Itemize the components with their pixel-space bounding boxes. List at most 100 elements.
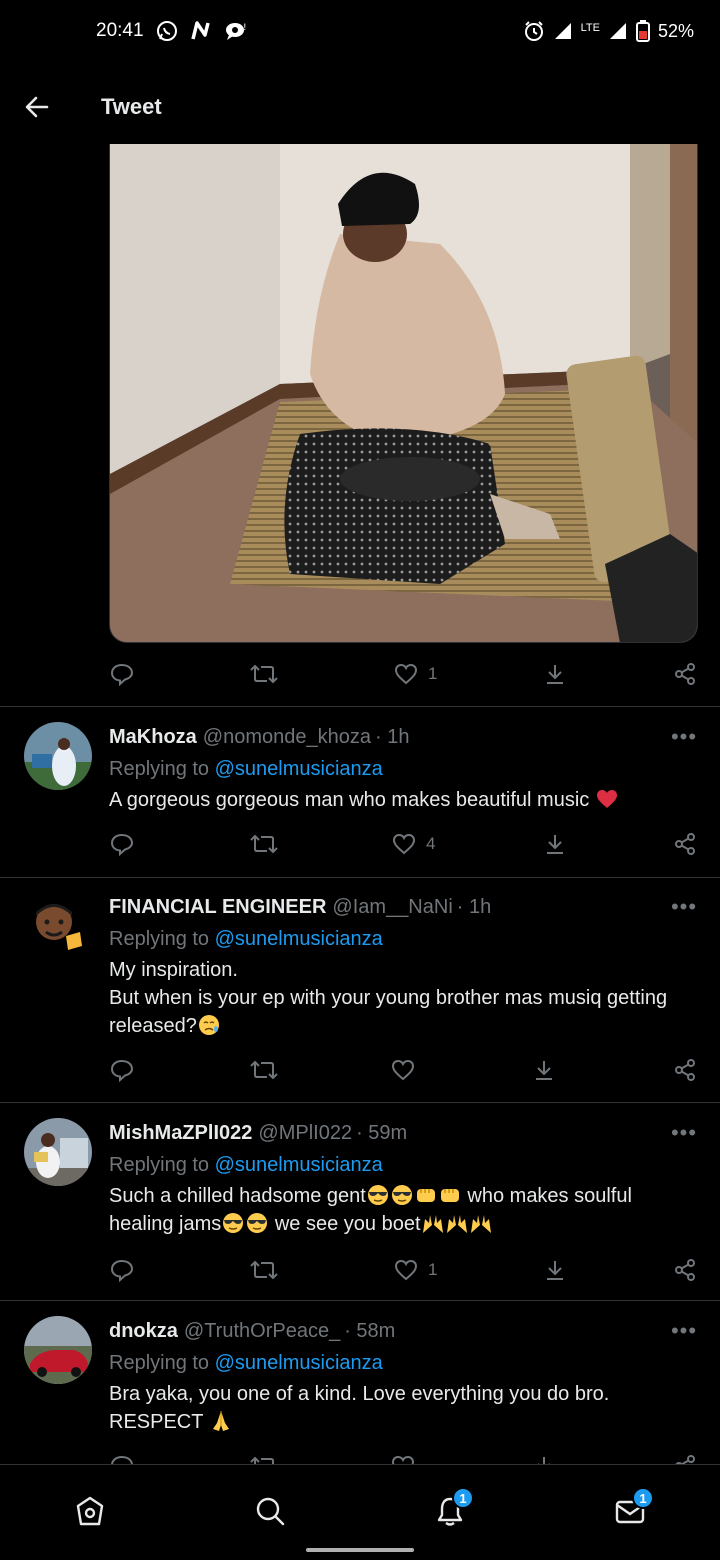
share-button[interactable]	[673, 1048, 697, 1092]
gesture-home-indicator[interactable]	[306, 1548, 414, 1552]
download-icon	[547, 1261, 563, 1280]
tweet-text-line: released?	[109, 1015, 197, 1037]
whatsapp-icon	[156, 20, 178, 42]
author-handle[interactable]: @TruthOrPeace_	[184, 1320, 340, 1343]
reply-button[interactable]	[110, 1048, 134, 1092]
author-handle[interactable]: @nomonde_khoza	[203, 726, 371, 749]
avatar[interactable]	[24, 1118, 92, 1186]
share-button[interactable]	[673, 652, 697, 696]
reply-actions	[0, 1444, 720, 1464]
download-button[interactable]	[543, 1248, 567, 1292]
like-button[interactable]: 4	[392, 822, 435, 866]
reply-tweet[interactable]: MishMaZPlI022 @MPlI022 · 59m ••• Replyin…	[0, 1118, 720, 1300]
author-name[interactable]: FINANCIAL ENGINEER	[109, 896, 326, 919]
divider	[0, 1102, 720, 1103]
author-handle[interactable]: @MPlI022	[258, 1122, 352, 1145]
heart-icon	[392, 833, 416, 855]
download-button[interactable]	[543, 652, 567, 696]
divider	[0, 706, 720, 707]
retweet-icon	[250, 834, 278, 854]
like-button[interactable]	[391, 1048, 425, 1092]
replying-label: Replying to	[109, 1154, 210, 1176]
more-options-button[interactable]: •••	[669, 1316, 699, 1346]
replying-label: Replying to	[109, 928, 210, 950]
tweet-text-line: who makes soulful	[467, 1185, 632, 1207]
status-time: 20:41	[96, 20, 144, 41]
lte-label: LTE	[580, 22, 600, 34]
reply-icon	[110, 663, 134, 686]
reply-actions: 1	[0, 1248, 720, 1292]
author-name[interactable]: MishMaZPlI022	[109, 1122, 252, 1145]
folded-hands-emoji-icon	[212, 1411, 229, 1431]
retweet-button[interactable]	[250, 1444, 278, 1464]
nav-notifications-button[interactable]: 1	[420, 1481, 480, 1541]
retweet-button[interactable]	[250, 822, 278, 866]
tweet-text-line: RESPECT	[109, 1411, 204, 1433]
retweet-button[interactable]	[250, 1248, 278, 1292]
fist-emoji-icon	[440, 1189, 459, 1202]
share-button[interactable]	[673, 1248, 697, 1292]
more-options-button[interactable]: •••	[669, 892, 699, 922]
replying-to-link[interactable]: @sunelmusicianza	[215, 928, 383, 950]
tweet-text: Bra yaka, you one of a kind. Love everyt…	[109, 1380, 699, 1436]
reply-button[interactable]	[110, 822, 134, 866]
page-title: Tweet	[101, 94, 162, 119]
like-button[interactable]: 1	[394, 1248, 437, 1292]
retweet-icon	[250, 1456, 274, 1464]
tweet-text: My inspiration. But when is your ep with…	[109, 956, 699, 1040]
replying-label: Replying to	[109, 1352, 210, 1374]
avatar[interactable]	[24, 892, 92, 960]
author-handle[interactable]: @Iam__NaNi	[332, 896, 452, 919]
more-options-button[interactable]: •••	[669, 1118, 699, 1148]
retweet-icon	[250, 1260, 278, 1280]
nav-search-button[interactable]	[240, 1481, 300, 1541]
replying-to: Replying to @sunelmusicianza	[109, 924, 699, 954]
reply-button[interactable]	[110, 652, 134, 696]
tweet-image[interactable]	[109, 144, 698, 643]
retweet-button[interactable]	[250, 1048, 278, 1092]
sunglasses-emoji-icon	[247, 1213, 268, 1233]
nav-home-button[interactable]	[60, 1481, 120, 1541]
share-icon	[675, 663, 695, 685]
replying-to-link[interactable]: @sunelmusicianza	[215, 1154, 383, 1176]
more-icon: •••	[670, 724, 698, 749]
battery-percent: 52%	[657, 20, 694, 41]
avatar[interactable]	[24, 1316, 92, 1384]
author-name[interactable]: MaKhoza	[109, 726, 197, 749]
retweet-button[interactable]	[250, 652, 278, 696]
download-button[interactable]	[543, 822, 567, 866]
battery-icon	[635, 20, 650, 42]
share-button[interactable]	[673, 1444, 697, 1464]
back-button[interactable]	[0, 70, 74, 144]
reply-tweet[interactable]: dnokza @TruthOrPeace_ · 58m ••• Replying…	[0, 1316, 720, 1464]
sunglasses-emoji-icon	[223, 1213, 244, 1233]
download-button[interactable]	[532, 1048, 556, 1092]
raised-hands-emoji-icon	[446, 1215, 467, 1233]
download-button[interactable]	[532, 1444, 556, 1464]
avatar[interactable]	[24, 722, 92, 790]
download-icon	[547, 665, 563, 684]
fist-emoji-icon	[416, 1189, 435, 1202]
main-tweet-actions: 1	[0, 652, 720, 696]
reply-icon	[110, 833, 134, 856]
reply-icon	[110, 1059, 134, 1082]
author-name[interactable]: dnokza	[109, 1320, 178, 1343]
messages-badge: 1	[632, 1487, 654, 1509]
sunglasses-emoji-icon	[391, 1185, 412, 1205]
replying-to-link[interactable]: @sunelmusicianza	[215, 1352, 383, 1374]
home-icon	[76, 1496, 104, 1526]
reply-button[interactable]	[110, 1248, 134, 1292]
reply-tweet[interactable]: FINANCIAL ENGINEER @Iam__NaNi · 1h ••• R…	[0, 892, 720, 1102]
download-icon	[536, 1061, 552, 1080]
raised-hands-emoji-icon	[422, 1215, 443, 1233]
more-options-button[interactable]: •••	[669, 722, 699, 752]
red-heart-emoji-icon	[596, 790, 617, 808]
replying-to-link[interactable]: @sunelmusicianza	[215, 758, 383, 780]
reply-tweet[interactable]: MaKhoza @nomonde_khoza · 1h ••• Replying…	[0, 722, 720, 876]
nav-messages-button[interactable]: 1	[600, 1481, 660, 1541]
like-button[interactable]: 1	[394, 652, 437, 696]
share-button[interactable]	[673, 822, 697, 866]
reply-button[interactable]	[110, 1444, 134, 1464]
tweet-text-line: Bra yaka, you one of a kind. Love everyt…	[109, 1383, 610, 1405]
like-button[interactable]	[391, 1444, 425, 1464]
